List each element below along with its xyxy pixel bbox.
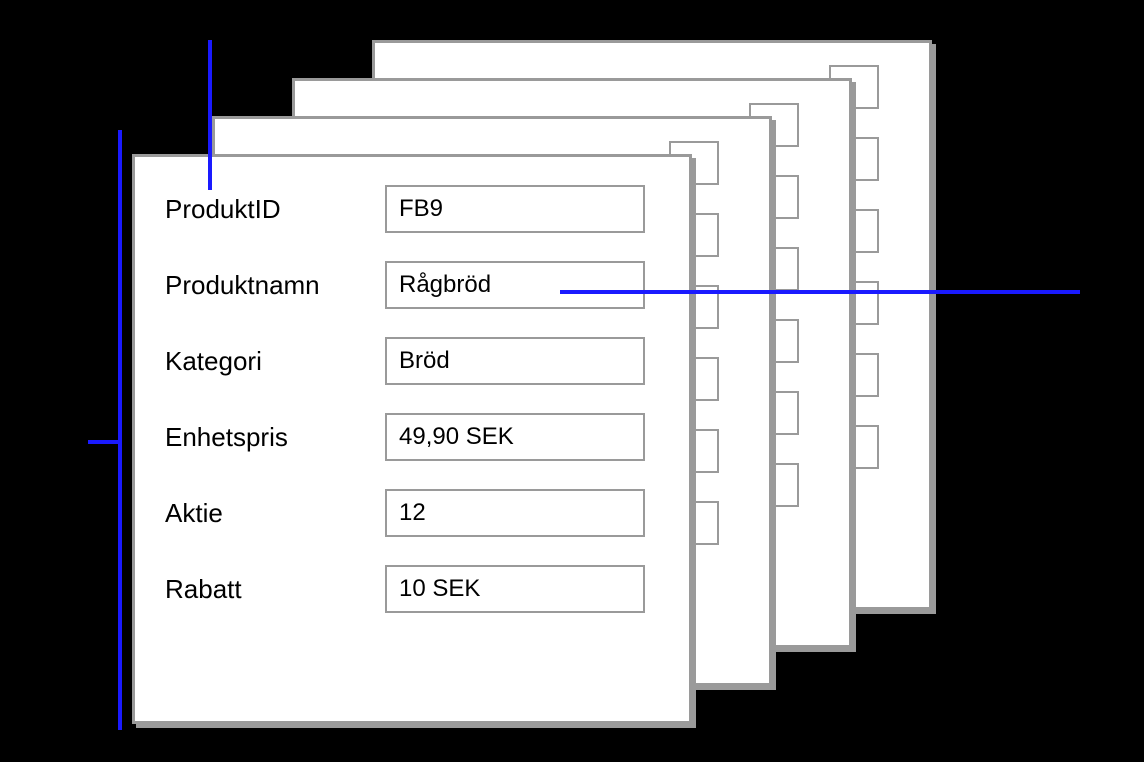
field-aktie[interactable]: 12 <box>385 489 645 537</box>
form-row-produktid: ProduktID FB9 <box>165 185 659 233</box>
connector-left-tick <box>88 440 122 444</box>
label-produktnamn: Produktnamn <box>165 270 385 301</box>
field-rabatt[interactable]: 10 SEK <box>385 565 645 613</box>
connector-right-horizontal <box>560 290 1080 294</box>
field-produktnamn[interactable]: Rågbröd <box>385 261 645 309</box>
label-produktid: ProduktID <box>165 194 385 225</box>
connector-left-vertical <box>118 130 122 730</box>
field-produktid[interactable]: FB9 <box>385 185 645 233</box>
field-enhetspris[interactable]: 49,90 SEK <box>385 413 645 461</box>
form-row-kategori: Kategori Bröd <box>165 337 659 385</box>
record-card-front: ProduktID FB9 Produktnamn Rågbröd Katego… <box>132 154 692 724</box>
connector-top-vertical <box>208 40 212 190</box>
label-enhetspris: Enhetspris <box>165 422 385 453</box>
form-row-rabatt: Rabatt 10 SEK <box>165 565 659 613</box>
label-kategori: Kategori <box>165 346 385 377</box>
label-aktie: Aktie <box>165 498 385 529</box>
form-row-aktie: Aktie 12 <box>165 489 659 537</box>
form-row-produktnamn: Produktnamn Rågbröd <box>165 261 659 309</box>
field-kategori[interactable]: Bröd <box>385 337 645 385</box>
label-rabatt: Rabatt <box>165 574 385 605</box>
form-row-enhetspris: Enhetspris 49,90 SEK <box>165 413 659 461</box>
